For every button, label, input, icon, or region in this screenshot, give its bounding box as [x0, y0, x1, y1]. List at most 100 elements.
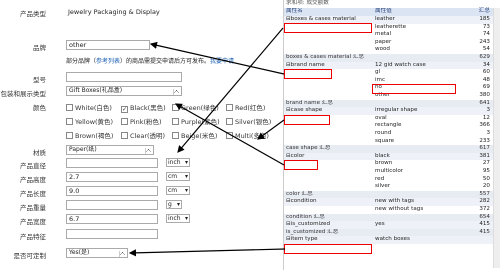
width-label: 产品宽度: [20, 218, 46, 226]
checkbox-icon[interactable]: [66, 132, 73, 139]
checkbox-icon[interactable]: [172, 104, 179, 111]
pivot-cell-total: 641: [479, 99, 490, 106]
weight-label: 产品重量: [20, 204, 46, 212]
checkbox-icon[interactable]: [172, 132, 179, 139]
customized-label: 是否可定制: [13, 252, 47, 260]
brand-hint-middle: ）的商品需提交申请后方可发布。: [120, 58, 211, 65]
pivot-cell-attr-value: no: [375, 84, 382, 91]
pivot-row: square 233: [284, 138, 500, 146]
pivot-subtotal-row: color 汇总 557: [284, 190, 500, 199]
pivot-row: red 50: [284, 176, 500, 184]
pivot-cell-total: 12: [482, 114, 490, 121]
pivot-row: ⊟boxes & cases material leather 185: [284, 16, 500, 24]
pivot-cell-total: 3: [486, 107, 490, 114]
feature-input[interactable]: [66, 229, 158, 239]
pivot-cell-attr-value: black: [375, 152, 390, 159]
display-type-select[interactable]: Gift Boxes(礼品盒): [66, 86, 182, 96]
color-option-purple[interactable]: Purple(紫色): [172, 116, 220, 126]
height-unit-select[interactable]: cm: [166, 172, 190, 181]
pivot-row: metal 74: [284, 31, 500, 39]
pivot-cell-total: 73: [482, 23, 490, 30]
pivot-row: ⊟color black 381: [284, 152, 500, 161]
pivot-cell-attr-value: leatherette: [375, 23, 407, 30]
pivot-cell-attr-name: case shape 汇总: [286, 145, 331, 152]
color-option-beige[interactable]: Beige(米色): [172, 130, 217, 140]
width-unit-select[interactable]: inch: [166, 214, 190, 223]
reference-list-link[interactable]: 参考列表: [96, 58, 120, 65]
pivot-cell-attr-value: paper: [375, 38, 392, 45]
pivot-cell-attr-name: ⊟boxes & cases material: [286, 16, 356, 22]
brand-input[interactable]: other: [66, 40, 150, 50]
color-option-yellow[interactable]: Yellow(黄色): [66, 116, 113, 126]
pivot-header-row: 属性名 属性值 汇总: [284, 8, 500, 16]
material-select[interactable]: Paper(纸): [66, 145, 154, 155]
pivot-subtotal-row: boxes & cases material 汇总 629: [284, 54, 500, 62]
checkbox-icon[interactable]: [66, 104, 73, 111]
height-label: 产品高度: [20, 176, 46, 184]
diameter-unit-select[interactable]: inch: [166, 158, 190, 167]
diameter-input[interactable]: [66, 158, 158, 168]
pivot-cell-total: 243: [479, 38, 490, 45]
checkbox-icon[interactable]: [226, 132, 233, 139]
pivot-cell-attr-name: brand name 汇总: [286, 99, 333, 106]
pivot-cell-total: 415: [479, 221, 490, 228]
color-option-clear[interactable]: Clear(透明): [121, 130, 165, 140]
checkbox-icon[interactable]: [226, 118, 233, 125]
brand-hint-prefix: 部分品牌（: [66, 58, 97, 65]
length-unit-select[interactable]: cm: [166, 186, 190, 195]
color-option-brown[interactable]: Brown(褐色): [66, 130, 113, 140]
checkbox-icon[interactable]: [172, 118, 179, 125]
color-option-black[interactable]: ✓ Black(黑色): [121, 102, 166, 113]
color-option-red[interactable]: Red(红色): [226, 102, 265, 112]
pivot-row: silver 20: [284, 183, 500, 191]
pivot-cell-attr-value: new with tags: [375, 198, 415, 205]
checkbox-icon[interactable]: [226, 104, 233, 111]
pivot-cell-total: 95: [482, 168, 490, 174]
pivot-scrollbar[interactable]: [493, 8, 500, 268]
checkbox-icon[interactable]: [66, 118, 73, 125]
pivot-cell-attr-value: rectangle: [375, 122, 402, 129]
pivot-cell-attr-name: boxes & cases material 汇总: [286, 54, 365, 60]
pivot-cell-total: 380: [479, 92, 490, 98]
pivot-row: ⊟condition new with tags 282: [284, 198, 500, 206]
weight-input[interactable]: [66, 200, 158, 210]
material-label: 材质: [33, 149, 46, 157]
pivot-row: ⊟case shape irregular shape 3: [284, 107, 500, 115]
color-option-green[interactable]: Green(绿色): [172, 102, 219, 112]
pivot-cell-attr-value: gl: [375, 69, 381, 76]
color-option-multi[interactable]: Multi(多色): [226, 130, 269, 140]
color-label: 颜色: [33, 104, 46, 112]
checkbox-icon[interactable]: [121, 118, 128, 125]
pivot-cell-total: 50: [482, 175, 490, 182]
pivot-row: multicolor 95: [284, 168, 500, 176]
color-option-white[interactable]: White(白色): [66, 102, 112, 112]
pivot-cell-attr-name: ⊟case shape: [286, 107, 323, 114]
checkbox-icon[interactable]: [121, 132, 128, 139]
apply-link[interactable]: 我要申请: [210, 58, 234, 65]
length-input[interactable]: 9.0: [66, 186, 158, 196]
pivot-cell-total: 3: [486, 130, 490, 136]
color-option-silver[interactable]: Silver(银色): [226, 116, 271, 126]
weight-unit-select[interactable]: g: [166, 200, 182, 209]
checkbox-checked-icon[interactable]: ✓: [121, 106, 128, 113]
pivot-row: ⊟item type watch boxes: [284, 236, 500, 244]
pivot-row: ⊟brand name 12 gid watch case 34: [284, 61, 500, 70]
pivot-header-attr-name: 属性名: [286, 8, 303, 14]
width-input[interactable]: 6.7: [66, 214, 158, 224]
pivot-cell-total: 34: [482, 61, 490, 68]
model-input[interactable]: [66, 72, 182, 82]
pivot-cell-attr-value: other: [375, 92, 390, 98]
brand-hint: 部分品牌（参考列表）的商品需提交申请后方可发布。我要申请: [66, 56, 234, 65]
customized-select[interactable]: Yes(是): [66, 248, 128, 258]
pivot-subtotal-row: is_customized 汇总 415: [284, 228, 500, 237]
pivot-cell-attr-name: ⊟color: [286, 152, 305, 159]
height-input[interactable]: 2.7: [66, 172, 158, 182]
pivot-cell-attr-name: ⊟item type: [286, 236, 318, 243]
pivot-cell-attr-value: yes: [375, 221, 385, 228]
pivot-cell-attr-name: ⊟condition: [286, 198, 317, 205]
length-label: 产品长度: [20, 190, 46, 198]
pivot-cell-attr-value: silver: [375, 183, 391, 190]
pivot-cell-attr-value: wood: [375, 46, 390, 53]
pivot-cell-attr-value: square: [375, 137, 395, 144]
color-option-pink[interactable]: Pink(粉色): [121, 116, 162, 126]
